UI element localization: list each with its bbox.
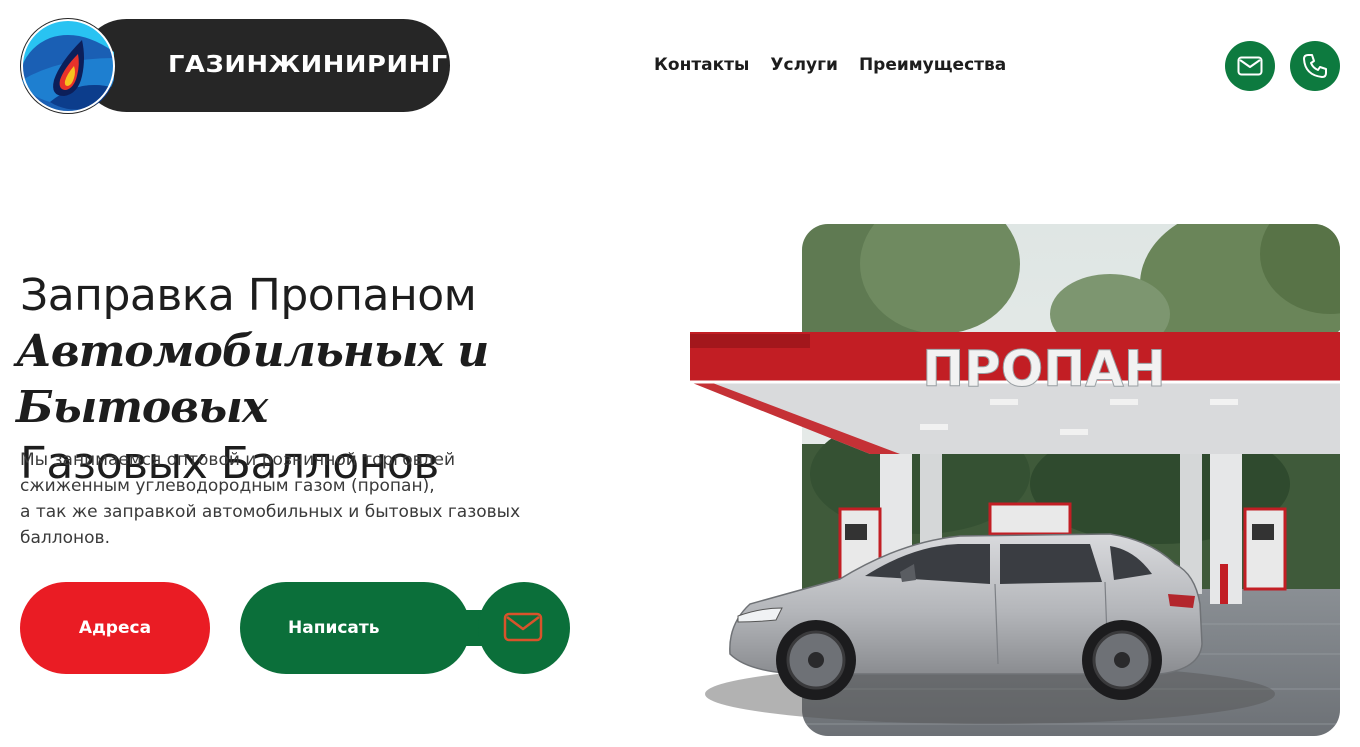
gas-station-illustration: ПРОПАН <box>690 224 1350 744</box>
hero-title-line2: Автомобильных и Бытовых <box>16 326 489 433</box>
phone-icon <box>1303 54 1327 78</box>
write-button-label: Написать <box>288 618 380 638</box>
hero-description-line: Мы занимаемся оптовой и розничной торгов… <box>20 450 455 470</box>
envelope-icon <box>503 612 543 642</box>
hero-description-line: сжиженным углеводородным газом (пропан), <box>20 476 435 496</box>
mail-icon <box>1237 56 1263 76</box>
phone-button[interactable] <box>1290 41 1340 91</box>
nav-contacts[interactable]: Контакты <box>654 55 749 75</box>
hero-description-line: баллонов. <box>20 528 110 548</box>
brand-name: ГАЗИНЖИНИРИНГ <box>168 52 448 78</box>
hero-title-line1: Заправка Пропаном <box>20 270 477 321</box>
hero-description: Мы занимаемся оптовой и розничной торгов… <box>20 447 580 551</box>
brand-logo[interactable]: ГАЗИНЖИНИРИНГ <box>20 18 450 114</box>
station-sign: ПРОПАН <box>922 340 1165 398</box>
hero-description-line: а так же заправкой автомобильных и бытов… <box>20 502 521 522</box>
addresses-button[interactable]: Адреса <box>20 582 210 674</box>
nav-advantages[interactable]: Преимущества <box>859 55 1006 75</box>
write-button[interactable]: Написать <box>240 582 570 674</box>
email-button[interactable] <box>1225 41 1275 91</box>
flame-logo-icon <box>20 18 116 114</box>
addresses-button-label: Адреса <box>78 618 152 638</box>
main-nav: Контакты Услуги Преимущества <box>654 55 1006 75</box>
nav-services[interactable]: Услуги <box>770 55 838 75</box>
